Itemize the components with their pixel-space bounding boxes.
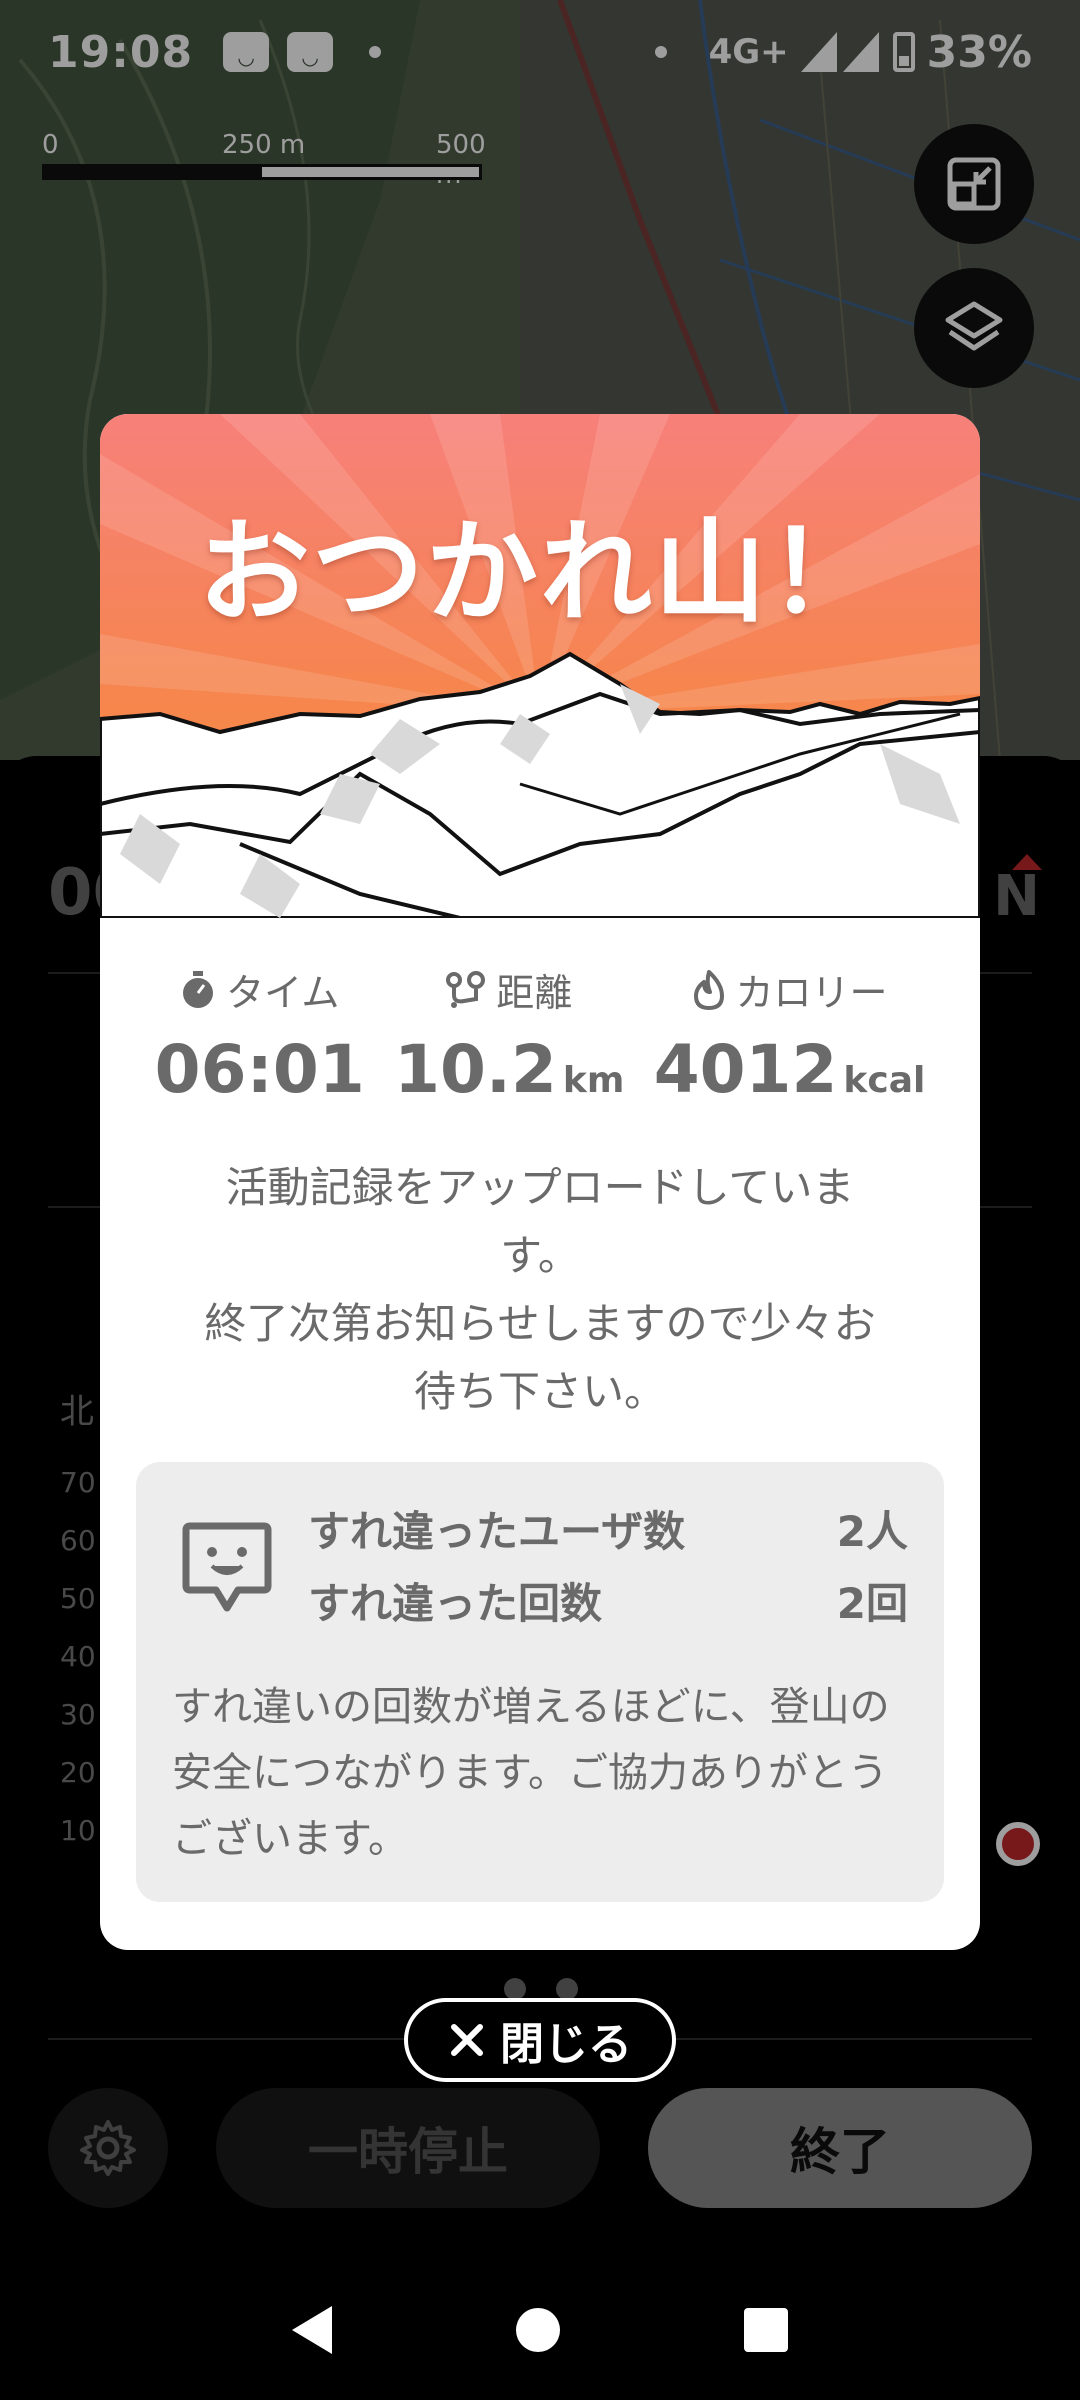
passing-count-value: 2回 — [836, 1579, 908, 1628]
stat-time-label: タイム — [226, 971, 340, 1015]
recent-apps-icon[interactable] — [744, 2308, 788, 2352]
flame-icon — [693, 969, 724, 1010]
stopwatch-icon — [183, 970, 214, 1008]
passing-info-box: すれ違ったユーザ数 2人 すれ違った回数 2回 すれ違いの回数が増えるほどに、登… — [136, 1462, 944, 1902]
stat-calories: カロリー 4012 kcal — [653, 962, 926, 1108]
route-icon — [446, 970, 486, 1008]
stat-calories-label: カロリー — [735, 971, 888, 1015]
stat-distance-label: 距離 — [496, 971, 573, 1015]
home-icon[interactable] — [516, 2308, 560, 2352]
activity-stats: タイム 06:01 距離 10.2 km カロリー 4012 kcal — [100, 962, 980, 1108]
passing-users-value: 2人 — [836, 1507, 908, 1556]
dialog-title: おつかれ山！ — [198, 508, 882, 638]
system-navigation-bar — [0, 2260, 1080, 2400]
summary-dialog: おつかれ山！ タイム 06:01 距離 10.2 km カロリー 4012 kc… — [100, 414, 980, 1950]
stat-time: タイム 06:01 — [155, 962, 365, 1108]
stat-distance-unit: km — [562, 1060, 625, 1101]
passing-note: すれ違いの回数が増えるほどに、登山の安全につながります。ご協力ありがとうございま… — [172, 1684, 890, 1862]
passing-users-row: すれ違ったユーザ数 2人 — [308, 1498, 908, 1559]
stat-calories-value: 4012 — [653, 1031, 838, 1108]
stat-distance-value: 10.2 — [394, 1031, 557, 1108]
stat-calories-unit: kcal — [843, 1060, 926, 1101]
passing-users-label: すれ違ったユーザ数 — [308, 1507, 686, 1556]
stat-time-value: 06:01 — [154, 1031, 365, 1108]
passing-count-row: すれ違った回数 2回 — [308, 1570, 908, 1631]
upload-message-line: 終了次第お知らせしますので少々お — [204, 1299, 876, 1348]
upload-message-line: 活動記録をアップロードしていま — [225, 1163, 855, 1212]
close-button-label: 閉じる — [500, 2019, 632, 2070]
back-icon[interactable] — [292, 2306, 332, 2354]
close-icon — [451, 2024, 483, 2056]
passing-count-label: すれ違った回数 — [308, 1579, 603, 1628]
upload-message-line: す。 — [500, 1231, 580, 1280]
stat-distance: 距離 10.2 km — [394, 962, 624, 1108]
close-button[interactable]: 閉じる — [404, 1998, 676, 2082]
smile-chat-icon — [182, 1522, 272, 1612]
upload-message-line: 待ち下さい。 — [413, 1367, 666, 1416]
dialog-header-illustration: おつかれ山！ — [100, 414, 980, 918]
upload-message: 活動記録をアップロードしていま す。 終了次第お知らせしますので少々お 待ち下さ… — [160, 1154, 920, 1426]
